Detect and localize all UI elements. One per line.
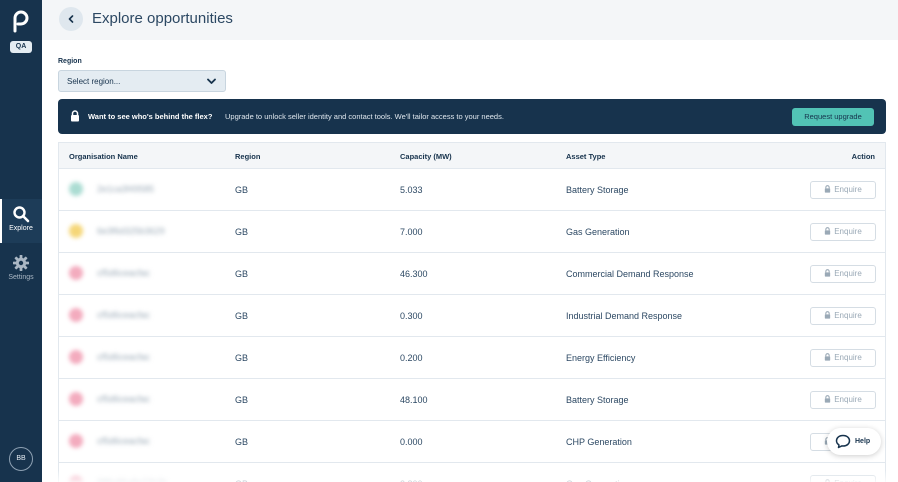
table-row: cf5d6ceacfac GB 48.100 Battery Storage Enqui… bbox=[59, 379, 885, 421]
banner-text: Upgrade to unlock seller identity and co… bbox=[225, 112, 504, 121]
sidebar-item-label: Explore bbox=[9, 225, 33, 232]
column-header-asset-type[interactable]: Asset Type bbox=[566, 152, 605, 161]
enquire-label: Enquire bbox=[834, 311, 862, 320]
org-name: cf5d6ceacfac bbox=[97, 310, 151, 320]
org-name: cf5d6ceacfac bbox=[97, 268, 151, 278]
lock-icon bbox=[825, 395, 831, 403]
table-row: cf5d6ceacfac GB 0.200 Energy Efficiency Enqu… bbox=[59, 337, 885, 379]
asset-type-cell: Battery Storage bbox=[566, 185, 629, 195]
capacity-cell: 48.100 bbox=[400, 395, 428, 405]
org-name: 6e3f6d325b3629 bbox=[97, 226, 165, 236]
enquire-button[interactable]: Enquire bbox=[810, 181, 876, 199]
enquire-button[interactable]: Enquire bbox=[810, 349, 876, 367]
page-title: Explore opportunities bbox=[92, 10, 233, 27]
upgrade-banner: Want to see who's behind the flex? Upgra… bbox=[58, 99, 886, 134]
region-label: Region bbox=[58, 58, 82, 65]
region-cell: GB bbox=[235, 311, 249, 321]
p-logo-icon[interactable] bbox=[11, 9, 31, 33]
enquire-button[interactable]: Enquire bbox=[810, 265, 876, 283]
capacity-cell: 0.300 bbox=[400, 311, 423, 321]
region-cell: GB bbox=[235, 227, 249, 237]
region-select[interactable]: Select region... bbox=[58, 70, 226, 92]
table-row: 6e3f6d325b3629 GB 7.000 Gas Generation Enqui… bbox=[59, 211, 885, 253]
region-cell: GB bbox=[235, 185, 249, 195]
page-header: Explore opportunities bbox=[42, 0, 898, 40]
org-name: cf5d6ceacfac bbox=[97, 394, 151, 404]
org-name: 2e1ca3f49585 bbox=[97, 184, 155, 194]
chevron-down-icon bbox=[207, 78, 216, 84]
lock-icon bbox=[825, 185, 831, 193]
lock-icon bbox=[71, 110, 79, 122]
gear-icon bbox=[13, 255, 29, 271]
column-header-capacity[interactable]: Capacity (MW) bbox=[400, 152, 452, 161]
org-avatar-icon bbox=[69, 350, 83, 364]
chat-bubble-icon bbox=[835, 434, 851, 449]
enquire-button[interactable]: Enquire bbox=[810, 223, 876, 241]
enquire-label: Enquire bbox=[834, 395, 862, 404]
sidebar-item-label: Settings bbox=[8, 274, 34, 281]
capacity-cell: 5.033 bbox=[400, 185, 423, 195]
asset-type-cell: CHP Generation bbox=[566, 437, 632, 447]
org-avatar-icon bbox=[69, 182, 83, 196]
opportunities-table: Organisation Name Region Capacity (MW) A… bbox=[58, 142, 886, 482]
table-row: 2e1ca3f49585 GB 5.033 Battery Storage Enquir… bbox=[59, 169, 885, 211]
enquire-label: Enquire bbox=[834, 185, 862, 194]
capacity-cell: 7.000 bbox=[400, 227, 423, 237]
org-name: 9f8b4f6a8e22b3b bbox=[97, 478, 167, 482]
org-name: cf5d6ceacfac bbox=[97, 436, 151, 446]
lock-icon bbox=[825, 269, 831, 277]
region-cell: GB bbox=[235, 269, 249, 279]
help-button[interactable]: Help bbox=[827, 428, 881, 455]
sidebar-item-explore[interactable]: Explore bbox=[0, 199, 42, 243]
asset-type-cell: Commercial Demand Response bbox=[566, 269, 694, 279]
back-button[interactable] bbox=[59, 7, 83, 31]
org-avatar-icon bbox=[69, 392, 83, 406]
env-badge: QA bbox=[10, 41, 32, 53]
org-name: cf5d6ceacfac bbox=[97, 352, 151, 362]
capacity-cell: 46.300 bbox=[400, 269, 428, 279]
asset-type-cell: Industrial Demand Response bbox=[566, 311, 683, 321]
table-header: Organisation Name Region Capacity (MW) A… bbox=[59, 143, 885, 169]
help-label: Help bbox=[855, 438, 871, 445]
enquire-button[interactable]: Enquire bbox=[810, 307, 876, 325]
chevron-left-icon bbox=[68, 15, 74, 23]
lock-icon bbox=[825, 353, 831, 361]
region-select-placeholder: Select region... bbox=[67, 77, 121, 86]
org-avatar-icon bbox=[69, 476, 83, 482]
table-row: 9f8b4f6a8e22b3bGB2.800Gas GenerationEnqu… bbox=[59, 463, 885, 482]
column-header-organisation[interactable]: Organisation Name bbox=[69, 152, 138, 161]
app: QA Explore Settings BB Explore opportuni… bbox=[0, 0, 898, 482]
lock-icon bbox=[825, 227, 831, 235]
asset-type-cell: Energy Efficiency bbox=[566, 353, 636, 363]
region-cell: GB bbox=[235, 437, 249, 447]
asset-type-cell: Gas Generation bbox=[566, 227, 630, 237]
enquire-button[interactable]: Enquire bbox=[810, 475, 876, 482]
org-avatar-icon bbox=[69, 224, 83, 238]
enquire-label: Enquire bbox=[834, 353, 862, 362]
column-header-action: Action bbox=[851, 152, 875, 161]
asset-type-cell: Battery Storage bbox=[566, 395, 629, 405]
table-row: cf5d6ceacfacGB0.000CHP GenerationEnquire bbox=[59, 421, 885, 463]
capacity-cell: 0.000 bbox=[400, 437, 423, 447]
column-header-region[interactable]: Region bbox=[235, 152, 260, 161]
lock-icon bbox=[825, 311, 831, 319]
enquire-label: Enquire bbox=[834, 269, 862, 278]
sidebar-item-settings[interactable]: Settings bbox=[0, 248, 42, 292]
capacity-cell: 0.200 bbox=[400, 353, 423, 363]
region-cell: GB bbox=[235, 353, 249, 363]
banner-headline: Want to see who's behind the flex? bbox=[88, 112, 213, 121]
region-cell: GB bbox=[235, 395, 249, 405]
sidebar: QA Explore Settings BB bbox=[0, 0, 42, 482]
org-avatar-icon bbox=[69, 434, 83, 448]
search-icon bbox=[13, 206, 30, 223]
enquire-button[interactable]: Enquire bbox=[810, 391, 876, 409]
avatar[interactable]: BB bbox=[9, 447, 33, 471]
table-row: cf5d6ceacfac GB 46.300 Commercial Demand Re… bbox=[59, 253, 885, 295]
org-avatar-icon bbox=[69, 266, 83, 280]
request-upgrade-button[interactable]: Request upgrade bbox=[792, 108, 874, 126]
table-row: cf5d6ceacfac GB 0.300 Industrial Demand Res… bbox=[59, 295, 885, 337]
enquire-label: Enquire bbox=[834, 227, 862, 236]
org-avatar-icon bbox=[69, 308, 83, 322]
